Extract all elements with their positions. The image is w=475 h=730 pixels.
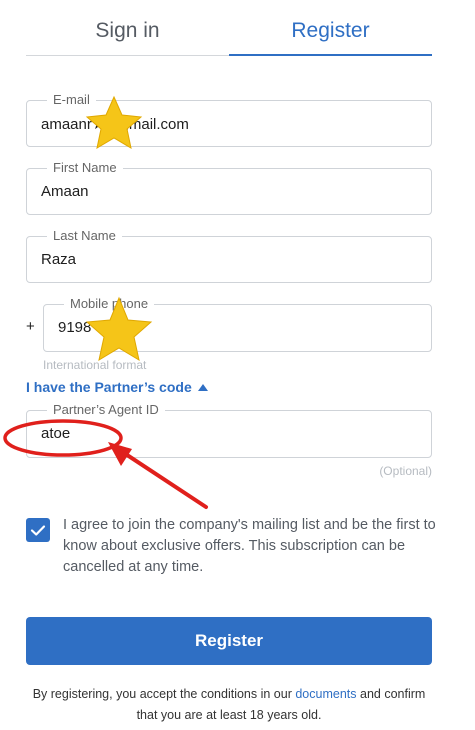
email-value[interactable]: amaanr★@gmail.com xyxy=(41,115,411,133)
legal-text-start: By registering, you accept the condition… xyxy=(32,687,296,701)
last-name-label: Last Name xyxy=(47,228,122,244)
checkmark-icon xyxy=(30,525,46,536)
email-field[interactable]: E-mail amaanr★@gmail.com xyxy=(26,92,432,147)
mobile-phone-label: Mobile phone xyxy=(64,296,155,312)
mailing-list-checkbox[interactable] xyxy=(26,518,50,542)
partner-code-toggle-label: I have the Partner’s code xyxy=(26,379,192,395)
first-name-label: First Name xyxy=(47,160,123,176)
last-name-value[interactable]: Raza xyxy=(41,251,411,268)
partner-agent-id-label: Partner’s Agent ID xyxy=(47,402,165,418)
partner-agent-id-field[interactable]: Partner’s Agent ID atoe xyxy=(26,402,432,458)
partner-agent-id-value[interactable]: atoe xyxy=(41,425,411,442)
phone-prefix: + xyxy=(26,318,35,335)
partner-code-toggle[interactable]: I have the Partner’s code xyxy=(26,379,208,395)
phone-format-hint: International format xyxy=(43,358,147,372)
mailing-list-consent-text: I agree to join the company's mailing li… xyxy=(63,517,436,575)
auth-tabs: Sign in Register xyxy=(26,0,432,56)
tab-register[interactable]: Register xyxy=(229,0,432,56)
tab-sign-in[interactable]: Sign in xyxy=(26,0,229,56)
mobile-phone-value[interactable]: 9198 xyxy=(58,319,428,336)
last-name-field[interactable]: Last Name Raza xyxy=(26,228,432,283)
caret-up-icon xyxy=(197,384,208,391)
optional-hint: (Optional) xyxy=(379,464,432,478)
first-name-field[interactable]: First Name Amaan xyxy=(26,160,432,215)
mobile-phone-field[interactable]: Mobile phone 9198 xyxy=(43,296,432,352)
legal-notice: By registering, you accept the condition… xyxy=(26,684,432,726)
first-name-value[interactable]: Amaan xyxy=(41,183,411,200)
email-label: E-mail xyxy=(47,92,96,108)
register-button[interactable]: Register xyxy=(26,617,432,665)
documents-link[interactable]: documents xyxy=(295,687,356,701)
